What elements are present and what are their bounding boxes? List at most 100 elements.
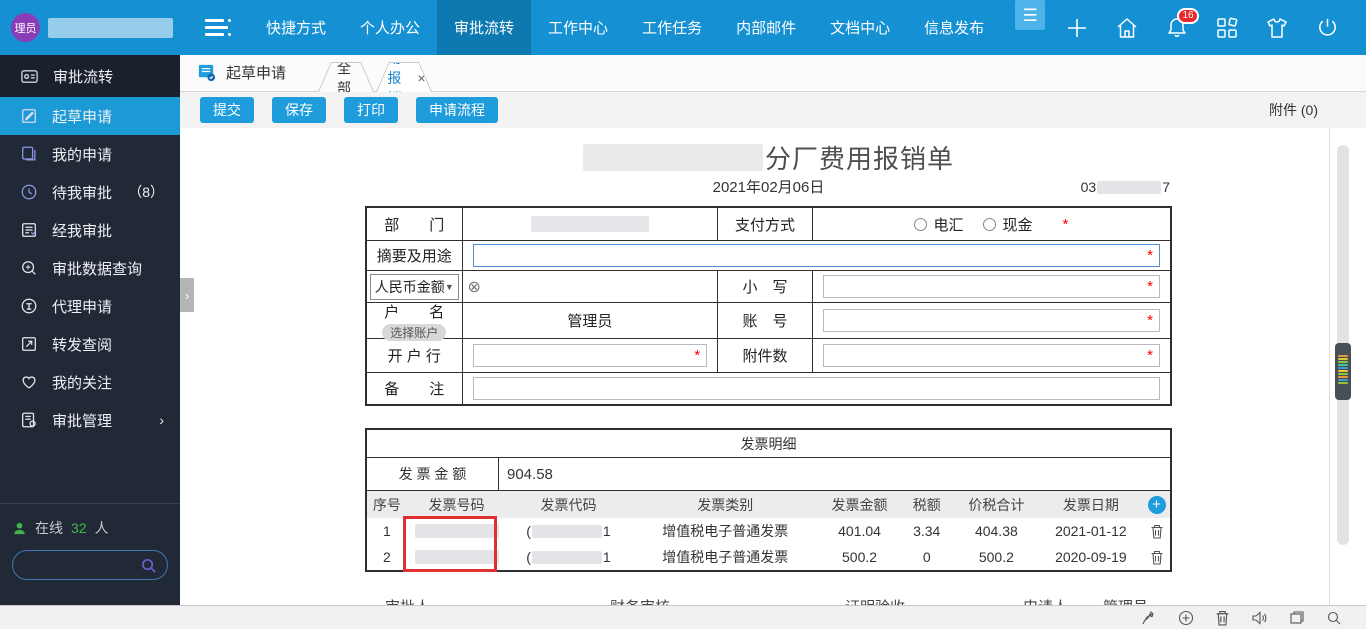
currency-amount-select[interactable]: 人民币金额 ▼	[369, 273, 459, 300]
sidebar-item-draft-application[interactable]: 起草申请	[0, 97, 180, 135]
speaker-icon[interactable]	[1251, 610, 1268, 626]
nav-item-personal-office[interactable]: 个人办公	[343, 0, 437, 55]
nav-more-menu-icon[interactable]: ☰	[1015, 0, 1046, 30]
col-invoice-amount: 发票金额	[831, 496, 888, 513]
tab-all[interactable]: 全部	[318, 62, 374, 92]
tab-close-icon[interactable]: ×	[415, 70, 427, 86]
rocket-icon[interactable]	[1141, 610, 1157, 626]
scrollbar-thumb[interactable]	[1335, 343, 1351, 400]
amount-small-label: 小 写	[717, 271, 812, 302]
sidebar-item-approval-management[interactable]: 审批管理 ›	[0, 401, 180, 439]
sidebar-item-forward-review[interactable]: 转发查阅	[0, 325, 180, 363]
doc-no-prefix: 03	[1080, 179, 1097, 195]
delete-row-icon[interactable]	[1143, 550, 1170, 565]
breadcrumb: 起草申请	[196, 62, 286, 83]
app-window: 理员 快捷方式 个人办公 审批流转 工作中心 工作任务 内部邮件 文档中心 信息…	[0, 0, 1366, 629]
caret-down-icon: ▼	[444, 281, 454, 292]
user-avatar[interactable]: 理员	[11, 13, 40, 42]
amount-input-box: *	[822, 275, 1160, 298]
invoice-tax: 3.34	[913, 523, 941, 539]
bank-label: 开 户 行	[387, 348, 441, 365]
management-icon	[22, 412, 36, 428]
print-button[interactable]: 打印	[344, 97, 398, 123]
main-nav: 快捷方式 个人办公 审批流转 工作中心 工作任务 内部邮件 文档中心 信息发布 …	[249, 0, 1046, 55]
draft-doc-icon	[198, 64, 216, 82]
dept-label: 部 门	[384, 216, 445, 234]
sidebar-collapse-handle[interactable]: ›	[180, 278, 194, 312]
invoice-total: 404.38	[974, 523, 1018, 539]
home-icon[interactable]	[1114, 15, 1140, 41]
tab-expense-form[interactable]: 费用报销单 ×	[376, 62, 432, 92]
form-scroll-area: 分厂费用报销单 2021年02月06日 03 7 部 门 支付方式 电汇 现金 …	[180, 128, 1366, 605]
attach-count-label: 附件数	[717, 339, 812, 372]
notification-count-badge: 16	[1177, 7, 1199, 24]
nav-item-shortcuts[interactable]: 快捷方式	[249, 0, 343, 55]
invoice-detail-table: 发票明细 发 票 金 额 904.58 序号 发票号码 发票代码 发票类别 发票…	[365, 428, 1172, 572]
trash-icon[interactable]	[1215, 610, 1230, 626]
topbar-actions: 16	[1064, 7, 1366, 41]
notifications-bell-icon[interactable]: 16	[1164, 7, 1199, 41]
amount-input[interactable]	[823, 276, 1159, 297]
logout-power-icon[interactable]	[1314, 15, 1340, 41]
sidebar-item-approval-data-query[interactable]: 审批数据查询	[0, 249, 180, 287]
sidebar-toggle-icon[interactable]	[205, 18, 231, 38]
amount-words-symbol: ⊗	[467, 278, 481, 296]
finance-review-label: 财务审核	[610, 596, 670, 605]
online-label: 在线	[35, 520, 63, 536]
attach-count-input[interactable]	[823, 345, 1159, 366]
invoice-total: 500.2	[978, 549, 1014, 565]
apps-grid-icon[interactable]	[1214, 15, 1240, 41]
sidebar-item-label: 我的申请	[52, 146, 113, 164]
attachments-link[interactable]: 附件 (0)	[1269, 100, 1318, 120]
invoice-code-redacted	[531, 550, 602, 564]
heart-icon	[22, 376, 36, 389]
bank-input[interactable]	[473, 345, 707, 366]
invoice-type: 增值税电子普通发票	[662, 523, 789, 539]
sidebar-item-pending-my-approval[interactable]: 待我审批 （8）	[0, 173, 180, 211]
col-total: 价税合计	[968, 496, 1025, 513]
required-mark: *	[1147, 278, 1153, 295]
radio-cash[interactable]	[983, 217, 997, 231]
approved-list-icon	[22, 223, 36, 237]
sidebar-search-input[interactable]	[23, 557, 140, 573]
account-no-label: 账 号	[717, 303, 812, 338]
content-area: › 起草申请 全部 费用报销单 × 提交 保存	[180, 55, 1366, 605]
summary-label: 摘要及用途	[376, 248, 452, 265]
flow-button[interactable]: 申请流程	[416, 97, 498, 123]
sidebar-item-proxy-application[interactable]: 代理申请	[0, 287, 180, 325]
nav-item-internal-mail[interactable]: 内部邮件	[719, 0, 813, 55]
form-title: 分厂费用报销单	[365, 140, 1172, 174]
add-circle-icon[interactable]	[1178, 610, 1194, 626]
add-invoice-row-button[interactable]: +	[1147, 495, 1166, 514]
summary-input[interactable]	[473, 245, 1159, 266]
radio-wire-transfer[interactable]	[914, 217, 928, 231]
form-fields-table: 部 门 支付方式 电汇 现金 * 摘要及用途 * 人民币金额 ▼ ⊗ 小 写 *…	[365, 206, 1172, 406]
pick-account-button[interactable]: 选择账户	[382, 323, 447, 341]
nav-item-work-tasks[interactable]: 工作任务	[625, 0, 719, 55]
applicant-label: 申请人	[1023, 596, 1068, 605]
delete-row-icon[interactable]	[1143, 524, 1170, 539]
applicant-value: 管理员	[1103, 596, 1148, 605]
new-plus-icon[interactable]	[1064, 15, 1090, 41]
col-date: 发票日期	[1062, 496, 1119, 513]
sidebar-item-my-follow[interactable]: 我的关注	[0, 363, 180, 401]
sidebar-module-approval-flow[interactable]: 审批流转	[0, 55, 180, 97]
form-doc-number: 03 7	[1081, 179, 1170, 195]
save-button[interactable]: 保存	[272, 97, 326, 123]
search-icon[interactable]	[140, 557, 157, 574]
online-status: 在线 32 人	[12, 518, 168, 538]
search-icon[interactable]	[1326, 610, 1342, 626]
nav-item-approval-flow[interactable]: 审批流转	[437, 0, 532, 55]
theme-shirt-icon[interactable]	[1264, 15, 1290, 41]
window-icon[interactable]	[1289, 610, 1305, 626]
bank-input-box: *	[472, 344, 708, 367]
sidebar-item-my-applications[interactable]: 我的申请	[0, 135, 180, 173]
remark-input[interactable]	[473, 378, 1159, 399]
nav-item-work-center[interactable]: 工作中心	[531, 0, 625, 55]
nav-item-info-publish[interactable]: 信息发布	[907, 0, 1001, 55]
account-no-input[interactable]	[823, 310, 1159, 331]
sidebar-item-label: 经我审批	[52, 222, 113, 240]
submit-button[interactable]: 提交	[200, 97, 254, 123]
nav-item-document-center[interactable]: 文档中心	[813, 0, 907, 55]
sidebar-item-approved-by-me[interactable]: 经我审批	[0, 211, 180, 249]
